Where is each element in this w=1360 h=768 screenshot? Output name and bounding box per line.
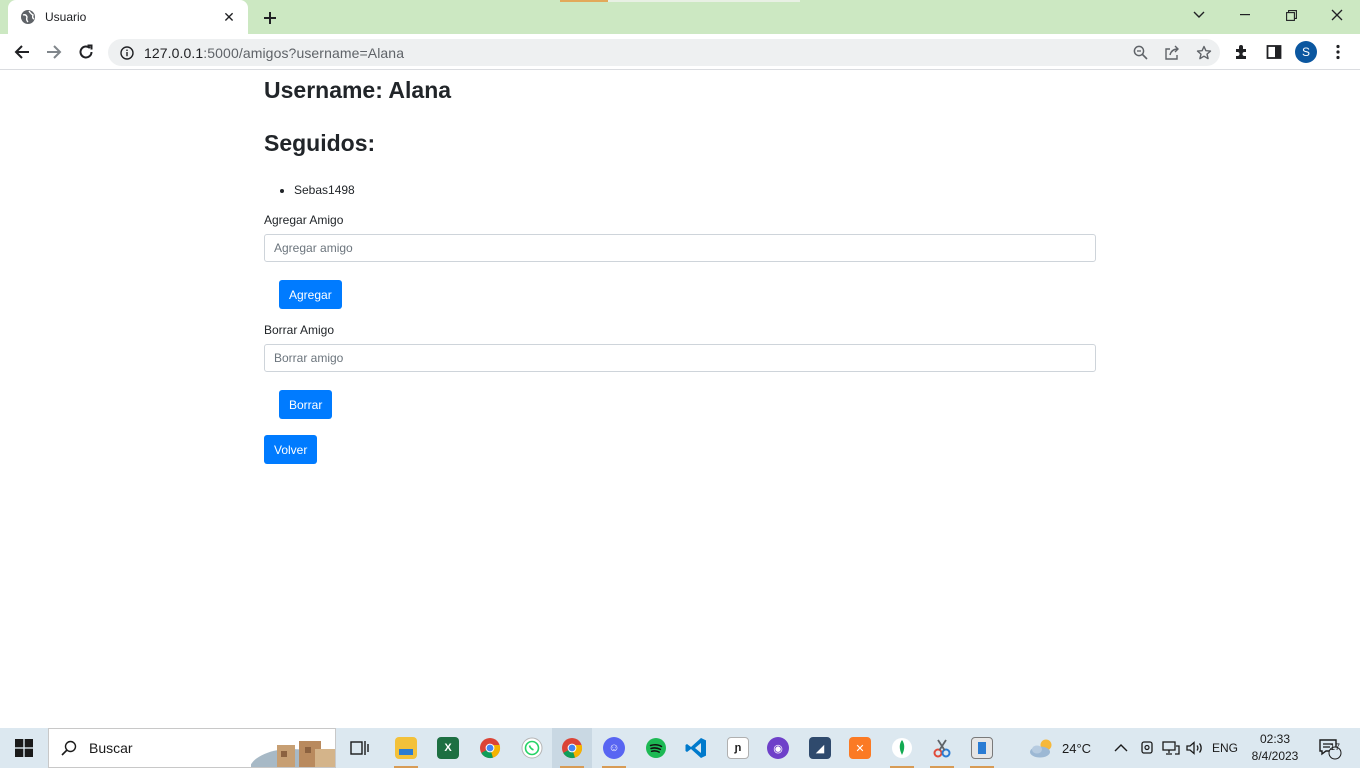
site-info-icon[interactable]: [112, 45, 142, 60]
mysql-workbench-icon[interactable]: ◢: [800, 728, 840, 768]
remove-friend-button[interactable]: Borrar: [279, 390, 333, 419]
side-panel-icon[interactable]: [1260, 38, 1288, 66]
url-text[interactable]: 127.0.0.1:5000/amigos?username=Alana: [144, 45, 1124, 61]
reload-icon[interactable]: [72, 38, 100, 66]
url-path: :5000/amigos?username=Alana: [203, 44, 405, 61]
search-placeholder: Buscar: [89, 740, 133, 756]
discord-icon[interactable]: ☺: [594, 728, 634, 768]
url-host: 127.0.0.1: [144, 44, 204, 61]
tab-close-icon[interactable]: ✕: [220, 8, 238, 26]
meet-now-icon[interactable]: [1140, 728, 1154, 768]
weather-temperature: 24°C: [1062, 740, 1092, 756]
add-friend-input[interactable]: [264, 234, 1096, 262]
new-tab-icon[interactable]: [258, 6, 282, 30]
taskbar: Buscar X ☺ ɲ ◉ ◢ ✕ 24°C ENG 02:33 8/4/20…: [0, 728, 1360, 768]
github-desktop-icon[interactable]: ◉: [758, 728, 798, 768]
postman-like-icon[interactable]: ɲ: [718, 728, 758, 768]
clock-date: 8/4/2023: [1251, 749, 1299, 763]
taskbar-search[interactable]: Buscar: [48, 728, 336, 768]
system-clock[interactable]: 02:33 8/4/2023: [1248, 731, 1302, 765]
remove-friend-label: Borrar Amigo: [264, 323, 335, 337]
browser-tab[interactable]: Usuario ✕: [8, 0, 248, 34]
add-friend-label: Agregar Amigo: [264, 213, 344, 227]
following-heading: Seguidos:: [264, 130, 376, 156]
clock-time: 02:33: [1259, 732, 1291, 746]
windows-start-icon[interactable]: [0, 728, 48, 768]
weather-widget[interactable]: 24°C: [1028, 728, 1091, 768]
search-highlight-illustration: [251, 741, 335, 767]
language-indicator[interactable]: ENG: [1212, 728, 1238, 768]
xampp-icon[interactable]: ✕: [840, 728, 880, 768]
notification-count: 17: [1329, 742, 1340, 752]
notifications-icon[interactable]: 17: [1318, 728, 1342, 768]
tab-strip-accent-light: [608, 0, 800, 2]
forward-arrow-icon[interactable]: [40, 38, 68, 66]
following-list: Sebas1498: [264, 181, 1096, 199]
address-bar[interactable]: 127.0.0.1:5000/amigos?username=Alana: [108, 39, 1220, 66]
network-icon[interactable]: [1162, 728, 1180, 768]
spotify-icon[interactable]: [636, 728, 676, 768]
bookmark-star-icon[interactable]: [1188, 39, 1220, 66]
snipping-tool-icon[interactable]: [922, 728, 962, 768]
vscode-icon[interactable]: [676, 728, 716, 768]
excel-icon[interactable]: X: [428, 728, 468, 768]
chrome-active-icon[interactable]: [552, 728, 592, 768]
notepad-icon[interactable]: [962, 728, 1002, 768]
back-button[interactable]: Volver: [264, 435, 318, 464]
partly-cloudy-icon: [1030, 739, 1052, 758]
username-heading: Username: Alana: [264, 77, 452, 103]
zoom-icon[interactable]: [1124, 39, 1156, 66]
language-code: ENG: [1212, 741, 1239, 755]
extensions-puzzle-icon[interactable]: [1228, 38, 1256, 66]
profile-avatar[interactable]: S: [1292, 38, 1320, 66]
list-item: Sebas1498: [294, 181, 1096, 199]
whatsapp-icon[interactable]: [512, 728, 552, 768]
chrome-icon[interactable]: [470, 728, 510, 768]
mongodb-compass-icon[interactable]: [882, 728, 922, 768]
search-icon: [61, 740, 77, 756]
tab-title: Usuario: [45, 10, 87, 24]
tray-chevron-up-icon[interactable]: [1114, 728, 1128, 768]
more-menu-icon[interactable]: [1324, 38, 1352, 66]
back-arrow-icon[interactable]: [8, 38, 36, 66]
remove-friend-input[interactable]: [264, 344, 1096, 372]
tab-search-chevron-icon[interactable]: [1176, 0, 1222, 30]
tab-strip-accent: [560, 0, 608, 2]
page-content: Username: Alana Seguidos: Sebas1498 Agre…: [264, 71, 1096, 464]
profile-initial: S: [1295, 41, 1317, 63]
share-icon[interactable]: [1156, 39, 1188, 66]
globe-icon: [20, 9, 36, 25]
close-window-icon[interactable]: [1314, 0, 1360, 30]
file-explorer-icon[interactable]: [386, 728, 426, 768]
restore-icon[interactable]: [1268, 0, 1314, 30]
browser-toolbar: 127.0.0.1:5000/amigos?username=Alana S: [0, 34, 1360, 70]
browser-tabstrip: Usuario ✕: [0, 0, 1360, 34]
task-view-icon[interactable]: [340, 728, 380, 768]
add-friend-button[interactable]: Agregar: [279, 280, 342, 309]
minimize-icon[interactable]: [1222, 0, 1268, 30]
volume-icon[interactable]: [1186, 728, 1204, 768]
